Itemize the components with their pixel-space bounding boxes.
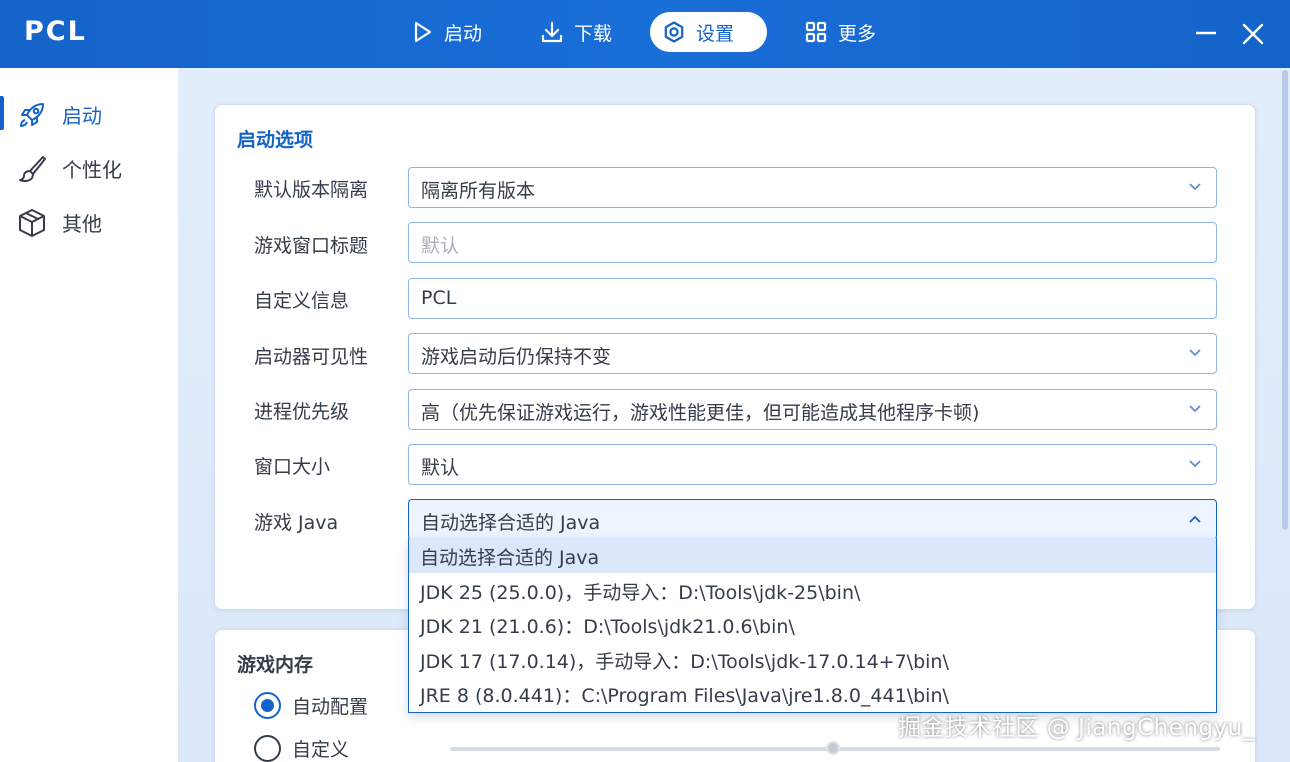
java-option[interactable]: JDK 17 (17.0.14)，手动导入：D:\Tools\jdk-17.0.… — [409, 642, 1216, 677]
chevron-up-icon — [1189, 515, 1201, 523]
play-icon — [414, 21, 432, 43]
memory-auto-radio[interactable]: 自动配置 — [254, 692, 368, 719]
box-icon — [19, 209, 45, 237]
custom-info-input[interactable]: PCL — [408, 278, 1217, 319]
sidebar-item-label: 其他 — [62, 212, 102, 236]
window-title-input[interactable]: 默认 — [408, 222, 1217, 263]
rocket-icon — [20, 103, 44, 127]
select-value: 自动选择合适的 Java — [421, 512, 601, 534]
game-java-select[interactable]: 自动选择合适的 Java — [408, 499, 1217, 540]
window-size-select[interactable]: 默认 — [408, 444, 1217, 485]
nav-tab-label: 启动 — [444, 22, 483, 45]
scrollbar[interactable] — [1282, 70, 1288, 530]
sidebar-item-personalize[interactable]: 个性化 — [0, 142, 178, 192]
select-value: 默认 — [421, 457, 460, 479]
nav-tab-label: 更多 — [838, 22, 877, 45]
nav-tab-download[interactable]: 下载 — [528, 12, 628, 52]
nav-tab-launch[interactable]: 启动 — [398, 12, 498, 52]
row-label: 窗口大小 — [254, 456, 331, 478]
close-button[interactable] — [1237, 18, 1269, 50]
radio-unchecked — [254, 735, 281, 762]
nav-tab-label: 下载 — [574, 22, 613, 45]
close-icon — [1242, 23, 1264, 45]
row-label: 游戏 Java — [254, 512, 339, 534]
memory-slider-thumb[interactable] — [826, 741, 840, 755]
download-icon — [541, 21, 563, 43]
chevron-down-icon — [1189, 460, 1201, 468]
brush-icon — [19, 156, 46, 183]
input-value: PCL — [421, 287, 457, 309]
section-title: 游戏内存 — [237, 654, 314, 676]
minimize-icon — [1196, 31, 1216, 35]
input-placeholder: 默认 — [421, 235, 460, 257]
java-option[interactable]: 自动选择合适的 Java — [409, 538, 1216, 573]
select-value: 高（优先保证游戏运行，游戏性能更佳，但可能造成其他程序卡顿) — [421, 402, 980, 424]
chevron-down-icon — [1189, 405, 1201, 413]
chevron-down-icon — [1189, 349, 1201, 357]
nav-tab-settings[interactable]: 设置 — [650, 12, 767, 52]
minimize-button[interactable] — [1190, 18, 1222, 50]
nav-tab-more[interactable]: 更多 — [792, 12, 892, 52]
row-label: 进程优先级 — [254, 401, 350, 423]
version-isolation-select[interactable]: 隔离所有版本 — [408, 167, 1217, 208]
sidebar: 启动 个性化 其他 — [0, 68, 178, 762]
settings-icon — [664, 21, 684, 43]
sidebar-item-label: 启动 — [62, 104, 102, 128]
radio-label: 自动配置 — [292, 696, 369, 718]
sidebar-item-launch[interactable]: 启动 — [0, 88, 178, 138]
java-option[interactable]: JDK 25 (25.0.0)，手动导入：D:\Tools\jdk-25\bin… — [409, 573, 1216, 608]
row-label: 启动器可见性 — [254, 346, 369, 368]
row-label: 游戏窗口标题 — [254, 235, 369, 257]
java-option[interactable]: JRE 8 (8.0.441)：C:\Program Files\Java\jr… — [409, 676, 1216, 711]
chevron-down-icon — [1189, 183, 1201, 191]
memory-custom-radio[interactable]: 自定义 — [254, 735, 349, 762]
radio-checked — [254, 692, 281, 719]
launcher-visibility-select[interactable]: 游戏启动后仍保持不变 — [408, 333, 1217, 374]
sidebar-item-other[interactable]: 其他 — [0, 196, 178, 246]
select-value: 隔离所有版本 — [421, 180, 536, 202]
radio-label: 自定义 — [292, 739, 350, 761]
java-dropdown-list: 自动选择合适的 Java JDK 25 (25.0.0)，手动导入：D:\Too… — [408, 538, 1217, 713]
sidebar-item-label: 个性化 — [62, 158, 122, 182]
row-label: 默认版本隔离 — [254, 179, 369, 201]
nav-tab-label: 设置 — [696, 22, 735, 45]
watermark: 掘金技术社区 @ JiangChengyu_ — [898, 715, 1255, 741]
java-option[interactable]: JDK 21 (21.0.6)：D:\Tools\jdk21.0.6\bin\ — [409, 607, 1216, 642]
section-title: 启动选项 — [237, 129, 314, 151]
row-label: 自定义信息 — [254, 290, 350, 312]
process-priority-select[interactable]: 高（优先保证游戏运行，游戏性能更佳，但可能造成其他程序卡顿) — [408, 389, 1217, 430]
select-value: 游戏启动后仍保持不变 — [421, 346, 612, 368]
title-bar: PCL 启动 下载 设置 更多 — [0, 0, 1290, 68]
app-logo: PCL — [24, 16, 87, 47]
grid-icon — [805, 21, 827, 43]
